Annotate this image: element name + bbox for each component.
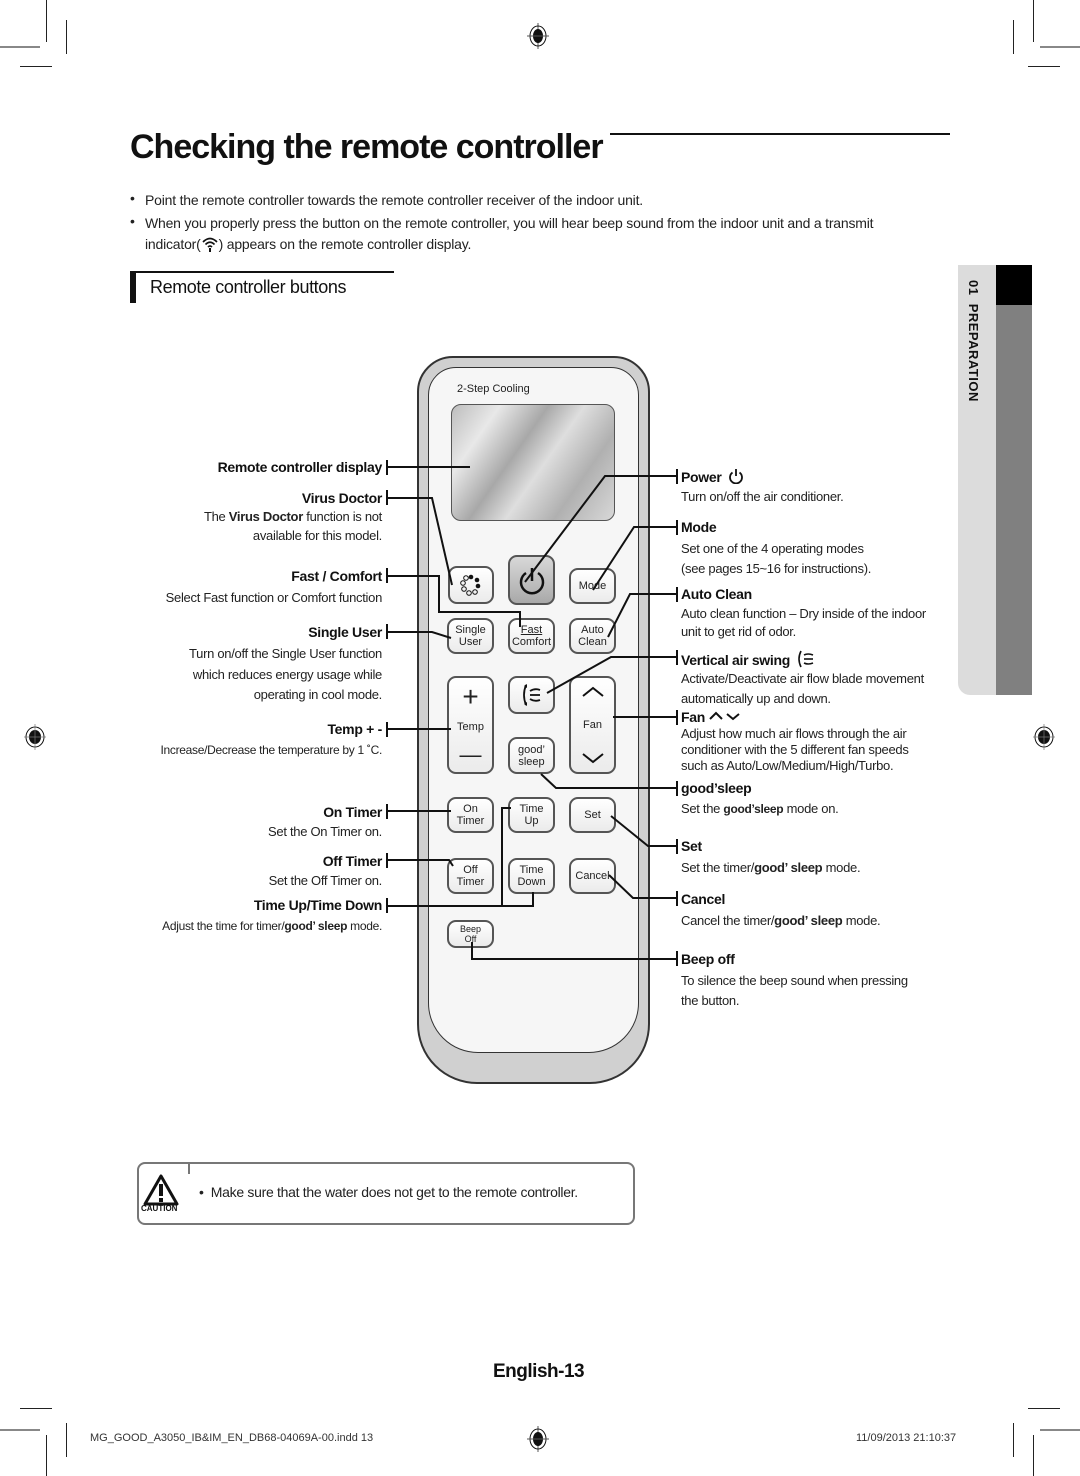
desc-mode: (see pages 15~16 for instructions). (681, 561, 872, 576)
desc-virus-doctor: The Virus Doctor function is not (203, 509, 382, 524)
label-off-timer: Off Timer (322, 853, 383, 869)
vertical-air-swing-icon (797, 650, 813, 668)
leader-lines (386, 460, 678, 966)
label-fan: Fan (681, 709, 741, 725)
desc-on-timer: Set the On Timer on. (268, 824, 382, 839)
caution-label: CAUTION (141, 1204, 178, 1213)
desc-cancel: Cancel the timer/good’ sleep mode. (681, 913, 881, 928)
fan-up-down-icon (708, 711, 740, 721)
caution-divider (188, 1162, 190, 1174)
desc-time-up-down: Adjust the time for timer/good’ sleep mo… (162, 919, 382, 933)
label-mode: Mode (681, 519, 717, 535)
label-beep-off: Beep off (681, 951, 735, 967)
desc-fast-comfort: Select Fast function or Comfort function (165, 590, 383, 605)
caution-text: • Make sure that the water does not get … (199, 1184, 578, 1200)
label-good-sleep: good’sleep (681, 780, 752, 796)
page-number: English-13 (493, 1361, 585, 1382)
footer-filename: MG_GOOD_A3050_IB&IM_EN_DB68-04069A-00.in… (90, 1432, 374, 1444)
desc-power: Turn on/off the air conditioner. (681, 489, 844, 504)
desc-virus-doctor: available for this model. (252, 528, 382, 543)
label-vertical-air-swing: Vertical air swing (681, 649, 816, 669)
label-auto-clean: Auto Clean (681, 586, 752, 602)
label-remote-display: Remote controller display (217, 459, 383, 475)
label-time-up-down: Time Up/Time Down (253, 897, 382, 913)
label-on-timer: On Timer (323, 804, 382, 820)
desc-fan: Adjust how much air flows through the ai… (681, 726, 907, 741)
desc-set: Set the timer/good’ sleep mode. (681, 860, 861, 875)
label-temp: Temp + - (327, 721, 382, 737)
desc-temp: Increase/Decrease the temperature by 1 ˚… (160, 743, 382, 757)
label-single-user: Single User (308, 624, 382, 640)
desc-single-user: Turn on/off the Single User function (189, 646, 382, 661)
label-cancel: Cancel (681, 891, 726, 907)
footer-timestamp: 11/09/2013 21:10:37 (856, 1432, 957, 1444)
desc-vertical-air-swing: automatically up and down. (681, 691, 831, 706)
desc-single-user: which reduces energy usage while (192, 667, 382, 682)
power-icon (729, 469, 743, 485)
label-virus-doctor: Virus Doctor (301, 490, 382, 506)
label-fast-comfort: Fast / Comfort (291, 568, 382, 584)
desc-vertical-air-swing: Activate/Deactivate air flow blade movem… (681, 671, 924, 686)
label-power: Power (681, 468, 744, 485)
desc-auto-clean: Auto clean function – Dry inside of the … (681, 606, 926, 621)
desc-beep-off: To silence the beep sound when pressing (681, 973, 908, 988)
desc-fan: such as Auto/Low/Medium/High/Turbo. (681, 758, 894, 773)
desc-single-user: operating in cool mode. (253, 687, 383, 702)
desc-mode: Set one of the 4 operating modes (681, 541, 864, 556)
desc-fan: conditioner with the 5 different fan spe… (681, 742, 909, 757)
label-set: Set (681, 838, 702, 854)
desc-good-sleep: Set the good’sleep mode on. (681, 801, 839, 816)
desc-off-timer: Set the Off Timer on. (268, 873, 383, 888)
desc-auto-clean: unit to get rid of odor. (681, 624, 796, 639)
desc-beep-off: the button. (681, 993, 740, 1008)
